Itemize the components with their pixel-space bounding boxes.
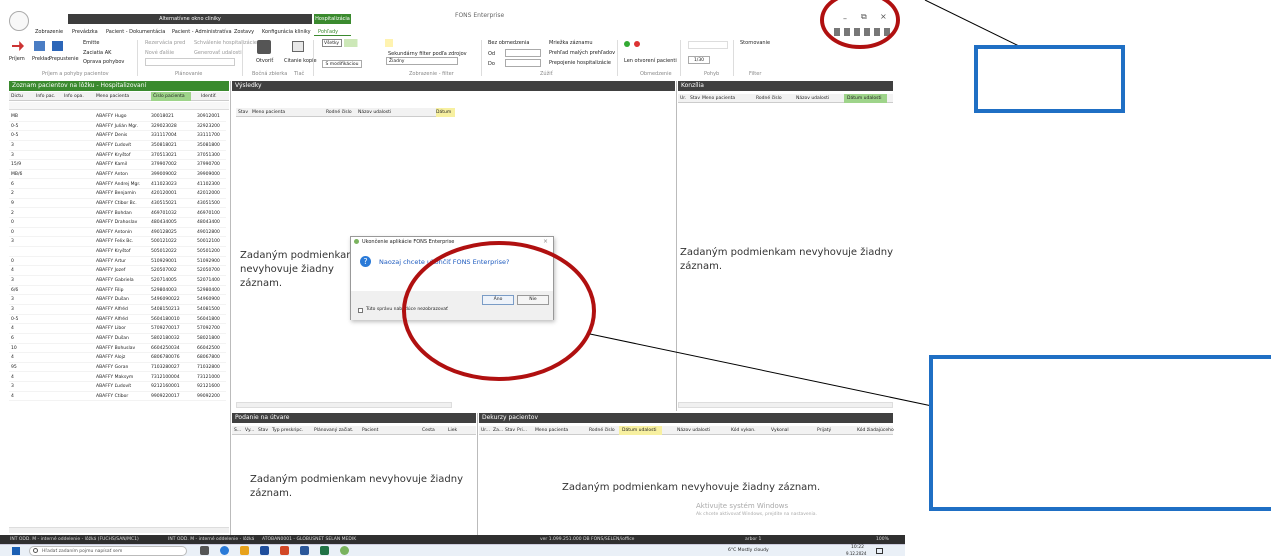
red-circle-annotation xyxy=(820,0,900,49)
annotation-line xyxy=(589,333,933,407)
red-circle-annotation xyxy=(402,241,596,381)
annotation-overlay xyxy=(402,0,1271,511)
blue-box-annotation xyxy=(929,355,1271,511)
blue-box-annotation xyxy=(974,45,1125,113)
annotation-line xyxy=(924,0,1024,49)
